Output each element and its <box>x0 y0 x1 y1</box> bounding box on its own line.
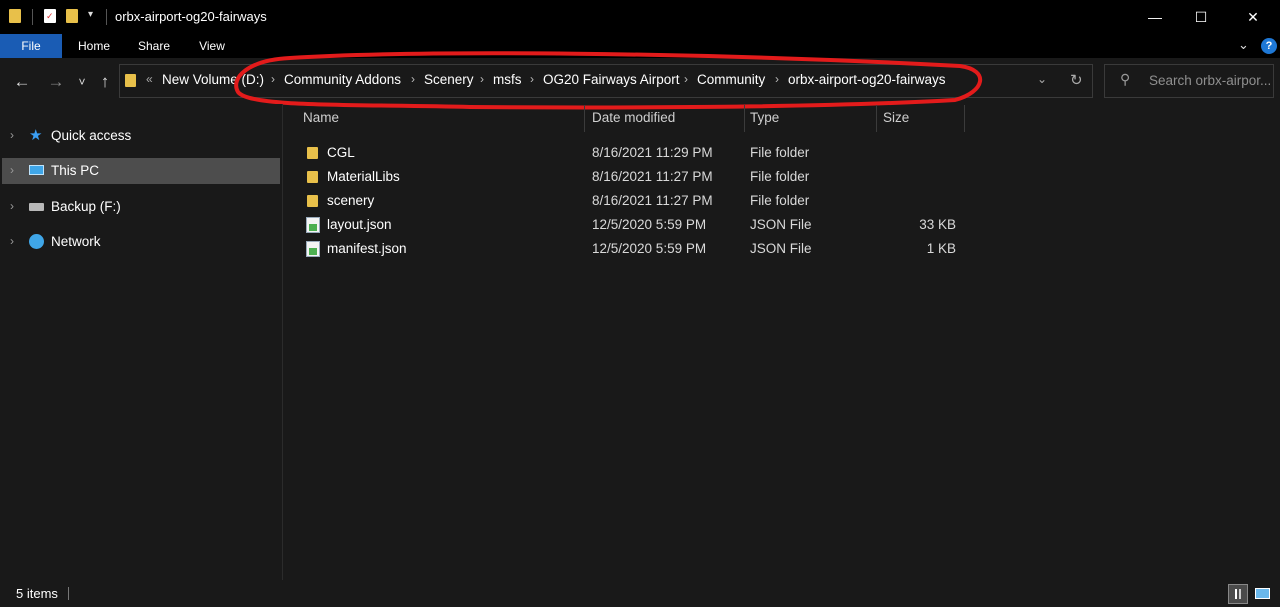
sidebar-item-label: Backup (F:) <box>51 199 121 214</box>
file-row[interactable]: CGL 8/16/2021 11:29 PM File folder <box>296 141 966 163</box>
star-icon: ★ <box>29 127 43 144</box>
file-date: 12/5/2020 5:59 PM <box>592 241 707 256</box>
column-divider[interactable] <box>744 105 745 132</box>
folder-icon <box>306 145 320 160</box>
column-divider[interactable] <box>964 105 965 132</box>
file-row[interactable]: MaterialLibs 8/16/2021 11:27 PM File fol… <box>296 165 966 187</box>
folder-icon <box>306 193 320 208</box>
pane-divider[interactable] <box>282 104 283 580</box>
column-header-name[interactable]: Name <box>303 110 339 125</box>
sidebar-item-backup[interactable]: › Backup (F:) <box>2 194 280 220</box>
navigation-pane: › ★ Quick access › This PC › Backup (F:)… <box>0 104 282 580</box>
file-date: 8/16/2021 11:27 PM <box>592 169 713 184</box>
file-name: MaterialLibs <box>327 169 400 184</box>
file-type: JSON File <box>750 241 812 256</box>
computer-icon <box>29 165 44 175</box>
file-type: JSON File <box>750 217 812 232</box>
column-header-type[interactable]: Type <box>750 110 779 125</box>
large-icons-view-button[interactable] <box>1254 585 1272 602</box>
column-divider[interactable] <box>876 105 877 132</box>
chevron-right-icon[interactable]: › <box>10 128 14 142</box>
folder-icon <box>306 169 320 184</box>
sidebar-item-quick-access[interactable]: › ★ Quick access <box>2 123 280 149</box>
sidebar-item-label: Network <box>51 234 101 249</box>
file-date: 8/16/2021 11:29 PM <box>592 145 713 160</box>
json-file-icon <box>306 241 320 257</box>
file-row[interactable]: scenery 8/16/2021 11:27 PM File folder <box>296 189 966 211</box>
json-file-icon <box>306 217 320 233</box>
details-view-button[interactable] <box>1228 584 1248 604</box>
column-header-date-modified[interactable]: Date modified <box>592 110 675 125</box>
drive-icon <box>29 203 44 211</box>
file-name: CGL <box>327 145 355 160</box>
file-type: File folder <box>750 193 810 208</box>
file-name: scenery <box>327 193 375 208</box>
file-type: File folder <box>750 169 810 184</box>
status-divider <box>68 587 69 600</box>
file-type: File folder <box>750 145 810 160</box>
file-row[interactable]: layout.json 12/5/2020 5:59 PM JSON File … <box>296 213 966 235</box>
column-divider[interactable] <box>584 105 585 132</box>
file-size: 33 KB <box>919 217 956 232</box>
network-icon <box>29 234 44 249</box>
item-count: 5 items <box>16 586 58 601</box>
file-size: 1 KB <box>926 241 956 256</box>
file-name: manifest.json <box>327 241 407 256</box>
sidebar-item-label: This PC <box>51 163 100 178</box>
file-row[interactable]: manifest.json 12/5/2020 5:59 PM JSON Fil… <box>296 237 966 259</box>
file-date: 8/16/2021 11:27 PM <box>592 193 713 208</box>
sidebar-item-label: Quick access <box>51 128 132 143</box>
details-view-icon <box>1235 589 1241 599</box>
chevron-right-icon[interactable]: › <box>10 163 14 177</box>
chevron-right-icon[interactable]: › <box>10 234 14 248</box>
sidebar-item-network[interactable]: › Network <box>2 229 280 255</box>
status-bar: 5 items <box>0 580 1280 607</box>
column-header-size[interactable]: Size <box>883 110 909 125</box>
chevron-right-icon[interactable]: › <box>10 199 14 213</box>
large-icons-view-icon <box>1255 588 1270 599</box>
file-date: 12/5/2020 5:59 PM <box>592 217 707 232</box>
file-name: layout.json <box>327 217 392 232</box>
sidebar-item-this-pc[interactable]: › This PC <box>2 158 280 184</box>
